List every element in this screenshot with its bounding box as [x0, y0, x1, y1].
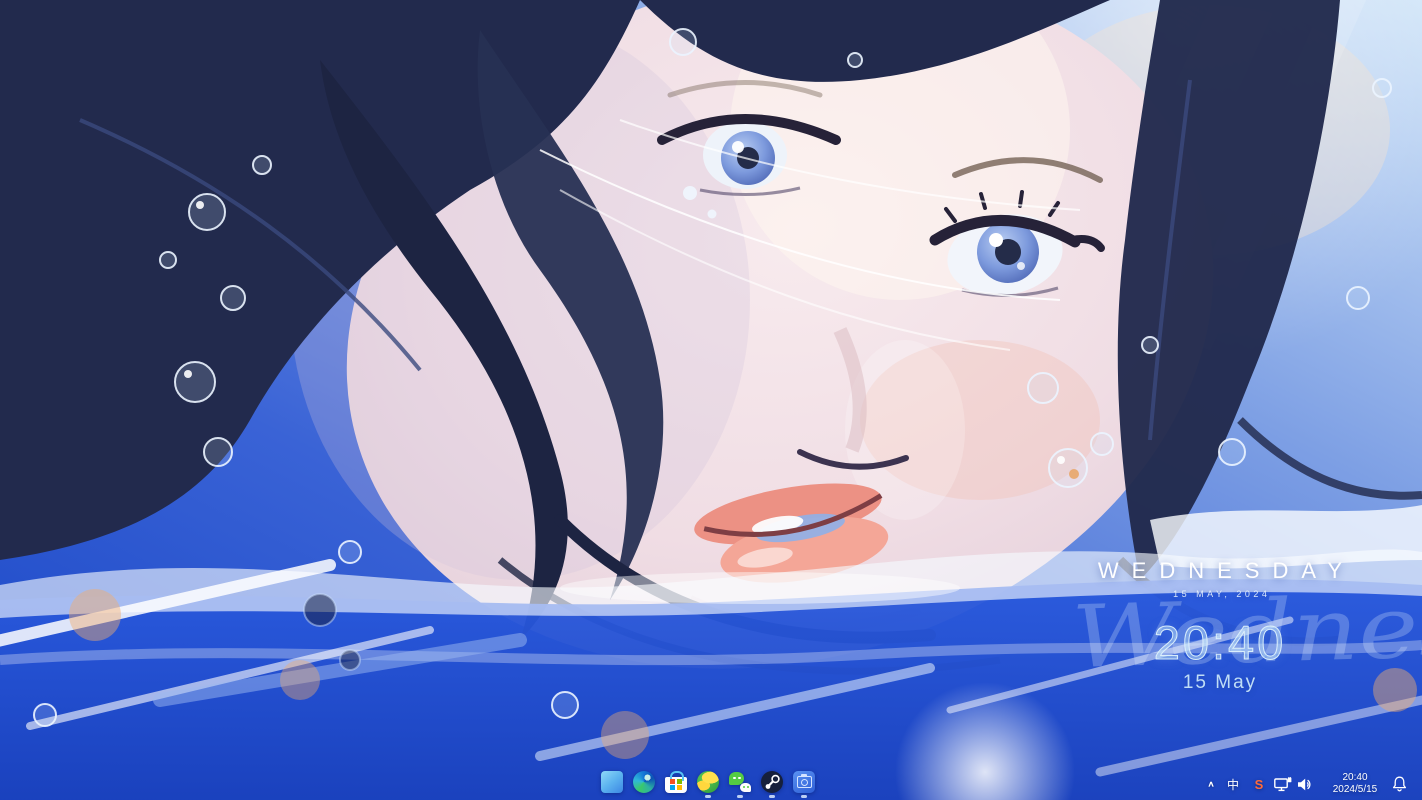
- widget-time: 20:40: [1040, 615, 1400, 670]
- taskbar-item-steam[interactable]: [756, 768, 788, 800]
- taskbar-item-wechat[interactable]: [724, 768, 756, 800]
- running-indicator: [705, 795, 711, 798]
- notification-bell-icon[interactable]: [1386, 768, 1412, 800]
- widget-date-short: 15 May: [1040, 672, 1400, 694]
- screen-capture-icon: [793, 771, 815, 793]
- running-indicator: [769, 795, 775, 798]
- tray-overflow-chevron[interactable]: ∧: [1202, 771, 1220, 797]
- taskbar-item-globe-browser[interactable]: [692, 768, 724, 800]
- tray-date: 2024/5/15: [1333, 784, 1378, 796]
- wechat-icon: [729, 771, 751, 793]
- widget-date-caption: 15 MAY, 2024: [1040, 589, 1400, 599]
- start-icon: [601, 771, 623, 793]
- widget-day-label: WEDNESDAY: [1040, 558, 1400, 584]
- start-button[interactable]: [596, 768, 628, 800]
- taskbar-item-microsoft-store[interactable]: [660, 768, 692, 800]
- ime-indicator[interactable]: 中: [1220, 768, 1246, 800]
- clock-widget: WEDNESDAY 15 MAY, 2024 20:40 15 May: [1040, 558, 1400, 694]
- taskbar-item-screen-capture[interactable]: [788, 768, 820, 800]
- volume-icon[interactable]: [1294, 768, 1318, 800]
- taskbar-item-edge[interactable]: [628, 768, 660, 800]
- steam-icon: [761, 771, 783, 793]
- microsoft-store-icon: [665, 771, 687, 793]
- network-icon[interactable]: [1272, 768, 1294, 800]
- globe-browser-icon: [697, 771, 719, 793]
- system-tray: ∧ 中 S 20:40 2024/5/15: [1202, 768, 1412, 800]
- running-indicator: [737, 795, 743, 798]
- tray-clock[interactable]: 20:40 2024/5/15: [1326, 768, 1384, 800]
- tray-time: 20:40: [1342, 772, 1367, 784]
- taskbar-app-group: [596, 768, 820, 800]
- taskbar: ∧ 中 S 20:40 2024/5/15: [0, 768, 1422, 800]
- running-indicator: [801, 795, 807, 798]
- edge-icon: [633, 771, 655, 793]
- s-app-tray-icon[interactable]: S: [1246, 768, 1272, 800]
